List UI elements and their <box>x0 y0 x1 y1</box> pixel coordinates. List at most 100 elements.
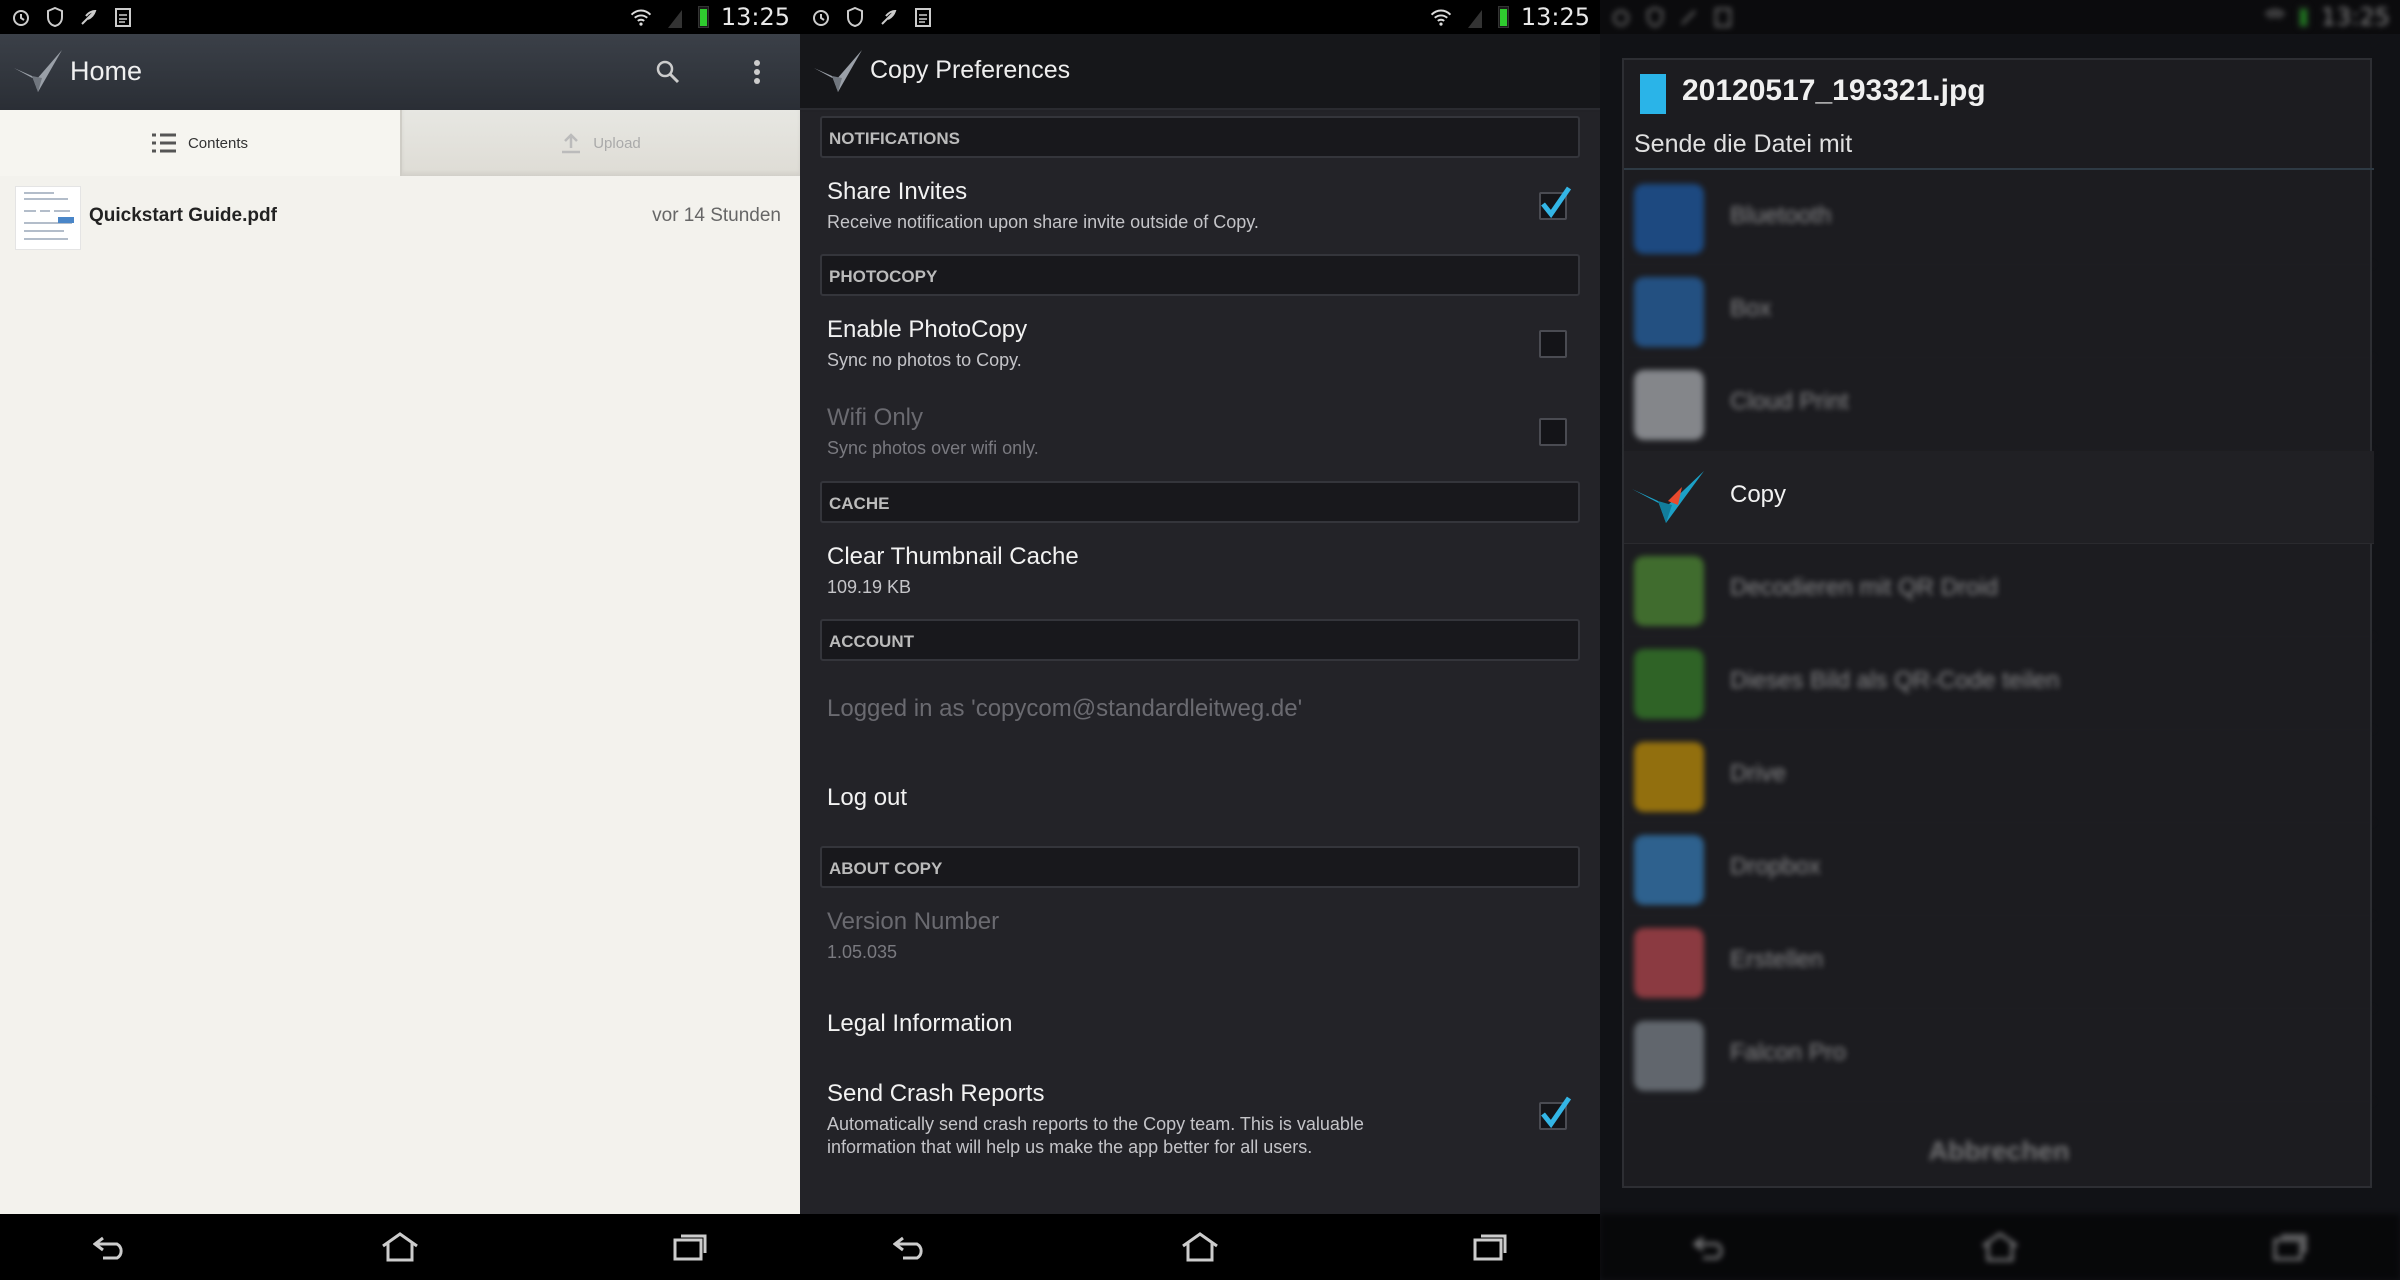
section-header-account: ACCOUNT <box>820 619 1580 661</box>
pdf-thumbnail-icon <box>15 186 81 250</box>
copy-logo-icon[interactable] <box>812 48 864 96</box>
dialog-title: 20120517_193321.jpg <box>1682 74 1986 107</box>
pref-title: Wifi Only <box>827 404 923 431</box>
box-icon <box>1634 277 1704 347</box>
section-header-cache: CACHE <box>820 481 1580 523</box>
send-crash-reports-checkbox[interactable] <box>1539 1096 1572 1130</box>
copy-logo-icon[interactable] <box>12 48 64 96</box>
wifi-icon <box>2264 6 2286 28</box>
battery-icon <box>697 6 709 28</box>
home-button[interactable] <box>1170 1222 1230 1272</box>
file-list-item[interactable]: Quickstart Guide.pdf vor 14 Stunden <box>0 180 800 254</box>
app-label: Dropbox <box>1730 853 1821 880</box>
pref-logged-in-as: Logged in as 'copycom@standardleitweg.de… <box>827 695 1567 723</box>
back-button[interactable] <box>1680 1222 1740 1272</box>
bluetooth-icon <box>1634 184 1704 254</box>
pref-title: Log out <box>827 784 908 811</box>
home-icon <box>1982 1232 2018 1262</box>
battery-icon <box>1497 6 1509 28</box>
pref-log-out[interactable]: Log out <box>827 784 1567 812</box>
tab-upload[interactable]: Upload <box>400 110 800 176</box>
share-screen: 13:25 20120517_193321.jpg Sende die Date… <box>1600 0 2400 1280</box>
action-bar: Copy Preferences <box>800 34 1600 110</box>
upload-icon <box>562 133 581 154</box>
navigation-bar <box>800 1214 1600 1280</box>
back-icon <box>893 1236 923 1260</box>
app-label: Decodieren mit QR Droid <box>1730 574 1999 601</box>
app-label: Box <box>1730 295 1772 322</box>
status-bar: 13:25 <box>0 0 800 34</box>
app-label: Bluetooth <box>1730 202 1832 229</box>
navigation-bar <box>0 1214 800 1280</box>
cancel-button[interactable]: Abbrechen <box>1624 1116 2374 1186</box>
shield-icon <box>844 6 866 28</box>
pref-summary: Sync photos over wifi only. <box>827 438 1039 458</box>
recents-button[interactable] <box>660 1222 720 1272</box>
share-app-erstellen[interactable]: Erstellen <box>1624 916 2374 1009</box>
pref-share-invites[interactable]: Share Invites Receive notification upon … <box>827 178 1572 234</box>
pref-wifi-only: Wifi Only Sync photos over wifi only. <box>827 404 1567 460</box>
home-button[interactable] <box>370 1222 430 1272</box>
share-dialog: 20120517_193321.jpg Sende die Datei mit … <box>1622 58 2374 1188</box>
pref-send-crash-reports[interactable]: Send Crash Reports Automatically send cr… <box>827 1080 1572 1159</box>
share-invites-checkbox[interactable] <box>1539 186 1572 220</box>
share-app-dropbox[interactable]: Dropbox <box>1624 823 2374 916</box>
list-icon <box>151 133 176 153</box>
shield-icon <box>1644 6 1666 28</box>
recent-apps-icon <box>1473 1234 1507 1261</box>
back-button[interactable] <box>880 1222 940 1272</box>
recents-button[interactable] <box>1460 1222 1520 1272</box>
share-app-falcon-pro[interactable]: Falcon Pro <box>1624 1009 2374 1102</box>
checkmark-icon <box>1541 186 1572 219</box>
pref-enable-photocopy[interactable]: Enable PhotoCopy Sync no photos to Copy. <box>827 316 1567 372</box>
signal-icon <box>664 6 686 28</box>
section-header-photocopy: PHOTOCOPY <box>820 254 1580 296</box>
back-icon <box>1693 1236 1723 1260</box>
more-vertical-icon <box>754 60 760 84</box>
tab-bar: Contents Upload <box>0 110 800 176</box>
divider <box>1624 168 2374 170</box>
cloud-print-icon <box>1634 370 1704 440</box>
pref-title: Version Number <box>827 908 1000 935</box>
status-time: 13:25 <box>2320 3 2390 31</box>
enable-photocopy-checkbox[interactable] <box>1539 330 1567 358</box>
home-screen: 13:25 Home Contents Upload Quickstart Gu… <box>0 0 800 1280</box>
pref-summary: Automatically send crash reports to the … <box>827 1114 1364 1157</box>
home-icon <box>382 1232 418 1262</box>
page-title: Copy Preferences <box>870 56 1071 84</box>
app-label: Drive <box>1730 760 1787 787</box>
alarm-icon <box>10 6 32 28</box>
file-accent-icon <box>1640 74 1666 114</box>
signal-icon <box>1464 6 1486 28</box>
action-bar: Home <box>0 34 800 110</box>
share-app-qr-code[interactable]: Dieses Bild als QR-Code teilen <box>1624 637 2374 730</box>
overflow-menu-button[interactable] <box>737 52 777 92</box>
tab-label: Upload <box>593 134 641 152</box>
share-app-copy[interactable]: Copy <box>1624 451 2374 544</box>
pref-legal-information[interactable]: Legal Information <box>827 1010 1567 1038</box>
share-app-bluetooth[interactable]: Bluetooth <box>1624 172 2374 265</box>
clipboard-icon <box>912 6 934 28</box>
drive-icon <box>1634 742 1704 812</box>
home-icon <box>1182 1232 1218 1262</box>
recents-button[interactable] <box>2260 1222 2320 1272</box>
falcon-icon <box>1634 1021 1704 1091</box>
pref-clear-thumbnail-cache[interactable]: Clear Thumbnail Cache 109.19 KB <box>827 543 1567 599</box>
navigation-bar <box>1600 1214 2400 1280</box>
search-button[interactable] <box>648 52 688 92</box>
pref-title: Clear Thumbnail Cache <box>827 543 1079 570</box>
tab-contents[interactable]: Contents <box>0 110 400 176</box>
share-app-box[interactable]: Box <box>1624 265 2374 358</box>
pref-summary: 1.05.035 <box>827 942 898 962</box>
feather-icon <box>878 6 900 28</box>
app-label: Falcon Pro <box>1730 1039 1847 1066</box>
share-app-cloud-print[interactable]: Cloud Print <box>1624 358 2374 451</box>
share-app-qr-droid[interactable]: Decodieren mit QR Droid <box>1624 544 2374 637</box>
back-button[interactable] <box>80 1222 140 1272</box>
home-button[interactable] <box>1970 1222 2030 1272</box>
share-app-drive[interactable]: Drive <box>1624 730 2374 823</box>
pref-title: Enable PhotoCopy <box>827 316 1028 343</box>
battery-icon <box>2297 6 2309 28</box>
app-label: Erstellen <box>1730 946 1824 973</box>
checkmark-icon <box>1541 1096 1572 1129</box>
